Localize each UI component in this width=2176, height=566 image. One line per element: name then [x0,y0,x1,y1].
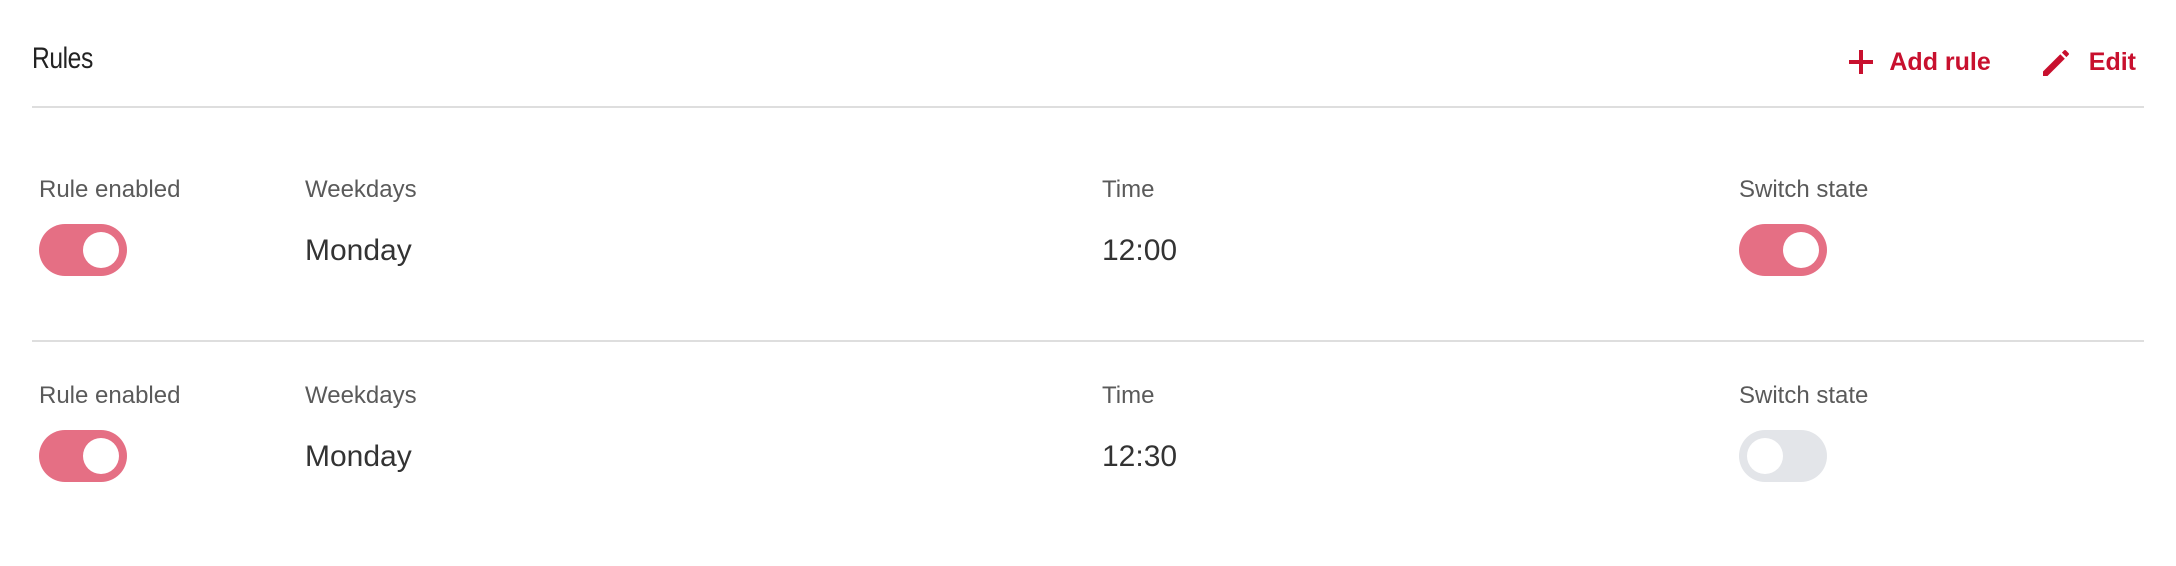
rule-enabled-toggle[interactable] [39,224,127,276]
add-rule-button[interactable]: Add rule [1847,46,1991,78]
weekdays-value: Monday [305,234,412,267]
weekdays-label: Weekdays [305,382,417,409]
toggle-knob [83,232,119,268]
rules-panel: Rules Add rule Edit Rule enabled Weekday… [0,0,2176,566]
add-rule-label: Add rule [1889,48,1991,76]
toggle-knob [1747,438,1783,474]
pencil-icon [2039,44,2075,80]
time-label: Time [1102,382,1155,409]
edit-label: Edit [2088,48,2136,76]
rule-enabled-label: Rule enabled [39,382,181,409]
toggle-knob [83,438,119,474]
switch-state-label: Switch state [1739,382,1869,409]
weekdays-value: Monday [305,440,412,473]
page-title: Rules [32,42,93,75]
switch-state-toggle[interactable] [1739,224,1827,276]
plus-icon [1847,48,1875,76]
rule-enabled-toggle[interactable] [39,430,127,482]
rule-enabled-label: Rule enabled [39,176,181,203]
switch-state-label: Switch state [1739,176,1869,203]
rule-row: Rule enabled Weekdays Monday Time 12:00 … [32,108,2144,342]
rules-header: Rules Add rule Edit [32,0,2144,108]
time-value: 12:00 [1102,234,1178,267]
time-label: Time [1102,176,1155,203]
toggle-knob [1783,232,1819,268]
rule-row: Rule enabled Weekdays Monday Time 12:30 … [32,342,2144,548]
weekdays-label: Weekdays [305,176,417,203]
header-actions: Add rule Edit [1847,42,2136,82]
time-value: 12:30 [1102,440,1178,473]
edit-button[interactable]: Edit [2039,44,2136,80]
switch-state-toggle[interactable] [1739,430,1827,482]
